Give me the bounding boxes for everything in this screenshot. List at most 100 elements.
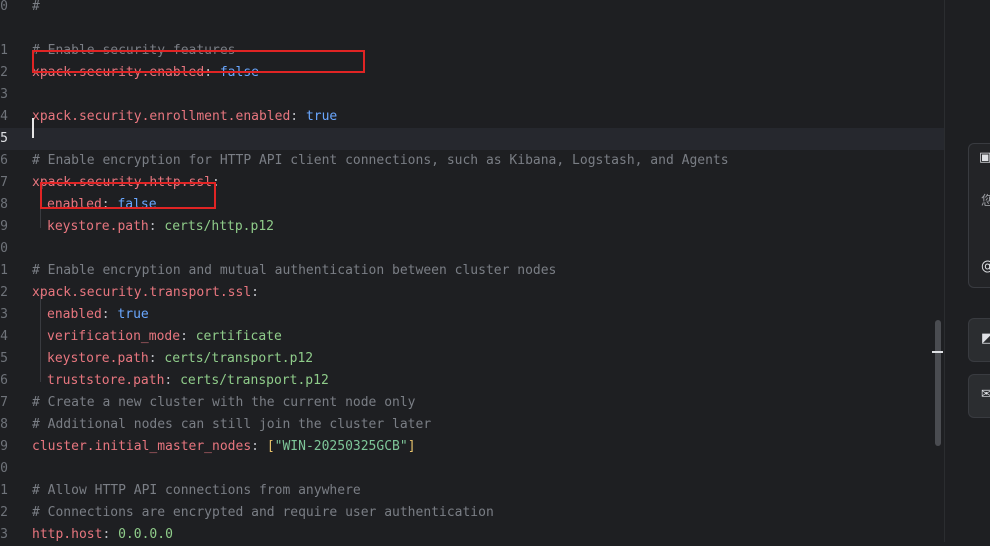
code-token: true <box>305 109 338 124</box>
line-number: 7 <box>0 395 8 410</box>
line-number: 9 <box>0 219 8 234</box>
line-number: 1 <box>0 483 8 498</box>
code-line[interactable]: 0 # <box>0 0 944 18</box>
line-text: http.host: 0.0.0.0 <box>32 524 173 546</box>
line-text: # Enable encryption for HTTP API client … <box>32 150 729 172</box>
code-line[interactable]: 3 <box>0 84 944 106</box>
code-line[interactable]: 1 # Enable encryption and mutual authenti… <box>0 260 944 282</box>
code-line[interactable]: 9 cluster.initial_master_nodes: ["WIN-202… <box>0 436 944 458</box>
line-number: 4 <box>0 329 8 344</box>
code-token: [ <box>266 439 275 454</box>
code-token: : <box>102 527 119 542</box>
code-token: : <box>180 329 196 344</box>
highlight-box-http-ssl-enabled <box>40 182 216 209</box>
code-token: : <box>290 109 306 124</box>
code-token: : <box>164 373 181 388</box>
code-line[interactable]: 0 <box>0 458 944 480</box>
code-token: enabled <box>47 307 102 322</box>
code-line[interactable]: 3 enabled: true <box>0 304 944 326</box>
code-token: certs/transport.p12 <box>164 351 314 366</box>
code-line[interactable]: 7 # Create a new cluster with the current… <box>0 392 944 414</box>
line-number: 6 <box>0 153 8 168</box>
line-number: 1 <box>0 263 8 278</box>
code-token: # Enable encryption for HTTP API client … <box>32 153 729 168</box>
line-text: cluster.initial_master_nodes: ["WIN-2025… <box>32 436 416 458</box>
code-token: truststore.path <box>47 373 165 388</box>
line-text: truststore.path: certs/transport.p12 <box>47 370 329 392</box>
code-editor[interactable]: 0 #1 # Enable security features 2 xpack.secu… <box>0 0 944 542</box>
code-token: # Additional nodes can still join the cl… <box>32 417 432 432</box>
code-line[interactable]: 5 <box>0 128 944 150</box>
code-line[interactable] <box>0 18 944 40</box>
code-token: certs/http.p12 <box>164 219 274 234</box>
line-text: # Connections are encrypted and require … <box>32 502 494 524</box>
code-line[interactable]: 9 keystore.path: certs/http.p12 <box>0 216 944 238</box>
code-token: http.host <box>32 527 103 542</box>
line-number: 0 <box>0 0 8 14</box>
image-tool-button[interactable]: ◩ <box>968 318 990 362</box>
line-text: # <box>32 0 40 18</box>
code-token: certificate <box>195 329 282 344</box>
code-token: keystore.path <box>47 351 149 366</box>
code-token: xpack.security.transport.ssl <box>32 285 252 300</box>
vertical-scrollbar[interactable] <box>935 320 941 446</box>
line-number: 6 <box>0 373 8 388</box>
code-token: ] <box>407 439 416 454</box>
line-number: 0 <box>0 461 8 476</box>
line-number: 2 <box>0 285 8 300</box>
code-token: 0.0.0.0 <box>118 527 173 542</box>
code-line[interactable]: 2 xpack.security.transport.ssl: <box>0 282 944 304</box>
code-token: verification_mode <box>47 329 181 344</box>
line-text: # Create a new cluster with the current … <box>32 392 416 414</box>
ai-assistant-panel[interactable]: ▣ 您 @ <box>968 143 990 288</box>
code-line[interactable]: 4 verification_mode: certificate <box>0 326 944 348</box>
line-number: 8 <box>0 417 8 432</box>
chat-input-hint[interactable]: 您 <box>981 190 990 209</box>
line-text: keystore.path: certs/transport.p12 <box>47 348 313 370</box>
at-sign-icon[interactable]: @ <box>981 259 990 274</box>
line-number: 3 <box>0 307 8 322</box>
code-token: : <box>251 439 267 454</box>
line-number: 2 <box>0 505 8 520</box>
line-text: xpack.security.transport.ssl: <box>32 282 259 304</box>
code-line[interactable]: 1 # Allow HTTP API connections from anywh… <box>0 480 944 502</box>
code-token: xpack.security.enrollment.enabled <box>32 109 291 124</box>
line-number: 1 <box>0 43 8 58</box>
line-number: 0 <box>0 241 8 256</box>
assistant-icon[interactable]: ▣ <box>979 150 990 165</box>
line-number: 4 <box>0 109 8 124</box>
line-number: 9 <box>0 439 8 454</box>
line-text: # Allow HTTP API connections from anywhe… <box>32 480 361 502</box>
line-text: # Enable encryption and mutual authentic… <box>32 260 556 282</box>
code-token: cluster.initial_master_nodes <box>32 439 252 454</box>
code-token: certs/transport.p12 <box>180 373 329 388</box>
code-line[interactable]: 0 <box>0 238 944 260</box>
code-line[interactable]: 8 # Additional nodes can still join the c… <box>0 414 944 436</box>
code-token: : <box>101 307 118 322</box>
line-text: enabled: true <box>47 304 149 326</box>
code-token: true <box>117 307 149 322</box>
code-token: : <box>148 219 165 234</box>
code-token: # Enable encryption and mutual authentic… <box>32 263 557 278</box>
line-number: 8 <box>0 197 8 212</box>
text-cursor <box>32 118 34 138</box>
code-line[interactable]: 6 truststore.path: certs/transport.p12 <box>0 370 944 392</box>
line-number: 7 <box>0 175 8 190</box>
code-line[interactable]: 4 xpack.security.enrollment.enabled: true <box>0 106 944 128</box>
code-token: # Allow HTTP API connections from anywhe… <box>32 483 361 498</box>
line-number: 5 <box>0 351 8 366</box>
code-token: # Create a new cluster with the current … <box>32 395 416 410</box>
image-icon: ◩ <box>981 331 990 346</box>
code-line[interactable]: 3 http.host: 0.0.0.0 <box>0 524 944 546</box>
code-token: : <box>251 285 259 300</box>
highlight-box-security-enabled <box>32 50 365 73</box>
code-line[interactable]: 5 keystore.path: certs/transport.p12 <box>0 348 944 370</box>
code-line[interactable]: 6 # Enable encryption for HTTP API client… <box>0 150 944 172</box>
code-line[interactable]: 2 # Connections are encrypted and require… <box>0 502 944 524</box>
code-token: : <box>148 351 165 366</box>
mail-tool-button[interactable]: ✉ <box>968 374 990 418</box>
line-number: 3 <box>0 87 8 102</box>
code-token: # <box>32 0 40 14</box>
line-text: xpack.security.enrollment.enabled: true <box>32 106 337 128</box>
line-text: keystore.path: certs/http.p12 <box>47 216 274 238</box>
